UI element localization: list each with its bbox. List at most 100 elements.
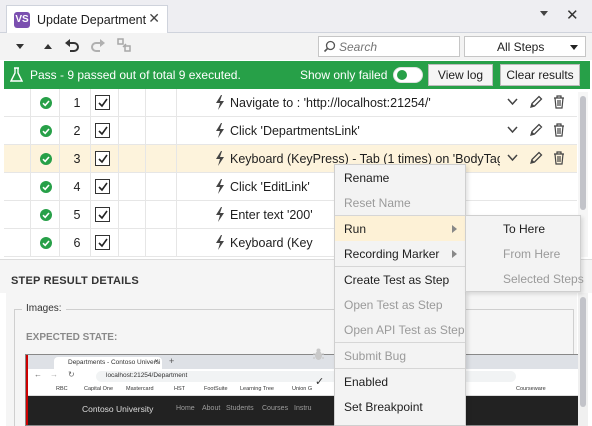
step-description: Enter text '200' <box>230 208 313 222</box>
trash-icon[interactable] <box>553 123 565 137</box>
step-description: Click 'EditLink' <box>230 180 310 194</box>
menu-item-reset-name: Reset Name <box>344 196 411 210</box>
menu-item-recording-marker[interactable]: Recording Marker <box>335 241 465 266</box>
screenshot-address-bar: ← → ↻ localhost:21254/Department <box>26 369 582 384</box>
document-tab-bar: VS Update Department ✕ ✕ <box>0 0 592 33</box>
lightning-bolt-icon <box>216 95 224 110</box>
pencil-icon[interactable] <box>529 123 543 137</box>
redo-icon[interactable] <box>88 37 108 55</box>
step-filter-select[interactable]: All Steps <box>464 36 586 57</box>
close-tab-icon[interactable]: ✕ <box>148 10 160 27</box>
menu-item-enabled[interactable]: Enabled <box>335 369 465 394</box>
screenshot-bookmark: Union G <box>292 386 313 392</box>
menu-item-open-api-test-as-step: Open API Test as Step <box>344 323 465 337</box>
chevron-down-icon[interactable] <box>507 126 518 134</box>
expected-state-label: EXPECTED STATE: <box>26 332 118 343</box>
step-enabled-checkbox[interactable] <box>95 235 110 250</box>
pass-check-icon <box>40 209 52 221</box>
screenshot-nav-item: Courses <box>262 405 289 412</box>
step-enabled-checkbox[interactable] <box>95 151 110 166</box>
images-label: Images: <box>22 303 66 314</box>
pencil-icon[interactable] <box>529 151 543 165</box>
status-text: Pass - 9 passed out of total 9 executed. <box>30 68 241 82</box>
pass-check-icon <box>40 153 52 165</box>
trash-icon[interactable] <box>553 95 565 109</box>
menu-item-submit-bug: Submit Bug <box>344 349 407 363</box>
tab-update-department[interactable]: VS Update Department ✕ <box>6 5 168 33</box>
chevron-down-icon[interactable] <box>507 98 518 106</box>
scrollbar-thumb[interactable] <box>580 96 586 210</box>
lightning-bolt-icon <box>216 179 224 194</box>
menu-item-open-test-as-step: Open Test as Step <box>344 298 443 312</box>
window-menu-dropdown-icon[interactable] <box>540 11 548 16</box>
convert-steps-icon[interactable] <box>114 37 134 55</box>
step-number: 6 <box>73 236 81 250</box>
step-enabled-checkbox[interactable] <box>95 123 110 138</box>
screenshot-nav-item: About <box>202 405 221 412</box>
expected-state-screenshot: Departments - Contoso Universi ✕ + ← → ↻… <box>25 354 583 426</box>
steps-toolbar: All Steps <box>0 33 592 60</box>
screenshot-bookmark: Mastercard <box>126 386 154 392</box>
result-status-bar: Pass - 9 passed out of total 9 executed.… <box>4 61 590 89</box>
pass-check-icon <box>40 237 52 249</box>
clear-results-button[interactable]: Clear results <box>500 64 580 86</box>
screenshot-nav-item: Instru <box>294 405 312 412</box>
step-result-details-pane: Images: EXPECTED STATE: Departments - Co… <box>6 293 583 426</box>
screenshot-bookmark: FootSuite <box>204 386 228 392</box>
step-number: 2 <box>73 124 81 138</box>
menu-item-rename[interactable]: Rename <box>335 165 465 190</box>
view-log-button[interactable]: View log <box>428 64 493 86</box>
menu-item-from-here: From Here <box>503 247 561 261</box>
step-row-selected[interactable]: 3 Keyboard (KeyPress) - Tab (1 times) on… <box>4 145 577 173</box>
enabled-check-icon: ✓ <box>315 376 325 388</box>
scrollbar-thumb[interactable] <box>580 297 586 407</box>
step-row[interactable]: 2 Click 'DepartmentsLink' <box>4 117 577 145</box>
lightning-bolt-icon <box>216 151 224 166</box>
menu-item-set-breakpoint[interactable]: Set Breakpoint <box>335 394 465 419</box>
pencil-icon[interactable] <box>529 95 543 109</box>
undo-icon[interactable] <box>62 37 82 55</box>
details-scrollbar[interactable] <box>578 293 588 426</box>
pass-check-icon <box>40 97 52 109</box>
move-down-icon[interactable] <box>10 37 30 55</box>
show-only-failed-label: Show only failed <box>300 68 388 82</box>
move-up-icon[interactable] <box>38 37 58 55</box>
submenu-arrow-icon <box>452 250 457 258</box>
screenshot-bookmark: Capital One <box>84 386 114 392</box>
pass-check-icon <box>40 125 52 137</box>
screenshot-nav-item: Students <box>226 405 254 412</box>
screenshot-bookmarks-bar: RBC Capital One Mastercard HST FootSuite… <box>26 384 582 396</box>
tab-title: Update Department <box>37 13 147 27</box>
chevron-down-icon[interactable] <box>507 154 518 162</box>
menu-item-run[interactable]: Run <box>335 216 465 241</box>
menu-item-create-test-as-step[interactable]: Create Test as Step <box>335 267 465 292</box>
search-box[interactable] <box>318 36 460 57</box>
step-number: 3 <box>73 152 81 166</box>
step-description: Navigate to : 'http://localhost:21254/' <box>230 96 431 110</box>
menu-item-to-here[interactable]: To Here <box>466 216 580 241</box>
screenshot-back-icon: ← <box>34 370 42 379</box>
screenshot-site-nav: Contoso University Home About Students C… <box>26 396 582 425</box>
step-number: 5 <box>73 208 81 222</box>
step-enabled-checkbox[interactable] <box>95 207 110 222</box>
step-enabled-checkbox[interactable] <box>95 179 110 194</box>
step-filter-value: All Steps <box>497 40 545 54</box>
trash-icon[interactable] <box>553 151 565 165</box>
bug-icon <box>313 348 324 360</box>
screenshot-highlight-border <box>26 355 28 425</box>
screenshot-bookmark: Courseware <box>516 386 546 392</box>
step-context-menu: Rename Reset Name Run Recording Marker C… <box>334 164 466 426</box>
search-input[interactable] <box>339 39 454 54</box>
toggle-knob <box>397 70 407 80</box>
test-studio-icon: VS <box>14 12 30 28</box>
close-window-icon[interactable]: ✕ <box>566 6 579 24</box>
step-row[interactable]: 4 Click 'EditLink' <box>4 173 577 201</box>
screenshot-reload-icon: ↻ <box>68 370 75 379</box>
lightning-bolt-icon <box>216 235 224 250</box>
step-row[interactable]: 1 Navigate to : 'http://localhost:21254/… <box>4 89 577 117</box>
screenshot-bookmark: Learning Tree <box>240 386 274 392</box>
screenshot-tab-close-icon: ✕ <box>154 359 160 365</box>
screenshot-forward-icon: → <box>50 370 58 379</box>
step-enabled-checkbox[interactable] <box>95 95 110 110</box>
show-only-failed-toggle[interactable] <box>393 67 423 83</box>
